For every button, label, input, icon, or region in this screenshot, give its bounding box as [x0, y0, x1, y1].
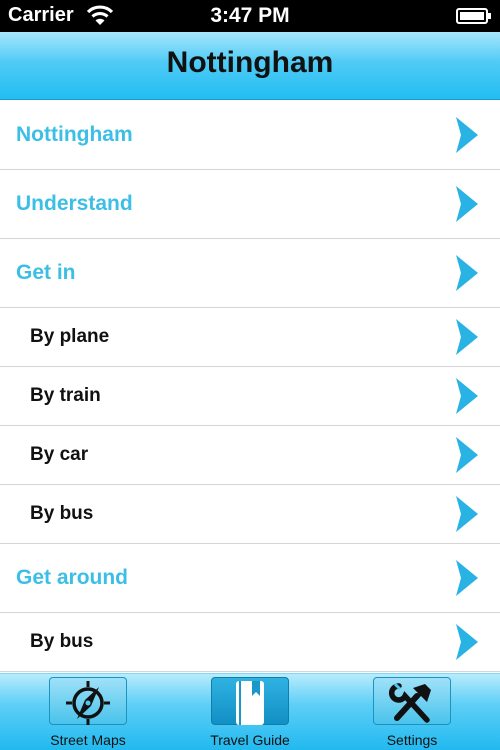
tools-icon: [388, 682, 431, 723]
tab-label: Street Maps: [50, 732, 126, 748]
chevron-right-icon: [456, 624, 478, 660]
chevron-right-icon: [456, 319, 478, 355]
list-row-label: By bus: [30, 503, 94, 524]
list-row-label: By train: [30, 385, 101, 406]
list-row-label: By bus: [30, 631, 94, 652]
list-row-label: Nottingham: [16, 123, 133, 146]
list-row-by-car[interactable]: By car: [0, 426, 500, 485]
list-row-understand[interactable]: Understand: [0, 170, 500, 239]
tab-label: Travel Guide: [210, 732, 290, 748]
list-row-by-bus[interactable]: By bus: [0, 485, 500, 544]
tab-travel-guide[interactable]: Travel Guide: [190, 674, 310, 750]
navigation-bar: Nottingham: [0, 32, 500, 100]
chevron-right-icon: [456, 560, 478, 596]
compass-icon: [66, 681, 110, 725]
chevron-right-icon: [456, 378, 478, 414]
tab-bar: Street Maps Travel Guide Settings: [0, 673, 500, 750]
list-row-label: Get around: [16, 566, 129, 589]
battery-icon: [456, 8, 491, 24]
list-row-get-in[interactable]: Get in: [0, 239, 500, 308]
guide-list[interactable]: Nottingham Understand Get in By plane By…: [0, 101, 500, 673]
list-row-by-plane[interactable]: By plane: [0, 308, 500, 367]
book-icon: [236, 681, 264, 725]
chevron-right-icon: [456, 255, 478, 291]
tab-street-maps[interactable]: Street Maps: [28, 674, 148, 750]
chevron-right-icon: [456, 186, 478, 222]
list-row-label: Understand: [16, 192, 133, 215]
list-row-label: By car: [30, 444, 89, 465]
list-row-label: Get in: [16, 261, 76, 284]
list-row-label: By plane: [30, 326, 110, 347]
list-row-by-train[interactable]: By train: [0, 367, 500, 426]
chevron-right-icon: [456, 117, 478, 153]
chevron-right-icon: [456, 437, 478, 473]
tab-settings[interactable]: Settings: [352, 674, 472, 750]
list-row-get-around-by-bus[interactable]: By bus: [0, 613, 500, 672]
list-row-nottingham[interactable]: Nottingham: [0, 101, 500, 170]
clock-time: 3:47 PM: [210, 4, 290, 27]
chevron-right-icon: [456, 496, 478, 532]
tab-label: Settings: [386, 732, 438, 748]
page-title: Nottingham: [166, 46, 334, 79]
list-row-get-around[interactable]: Get around: [0, 544, 500, 613]
status-bar: Carrier 3:47 PM: [0, 0, 500, 32]
